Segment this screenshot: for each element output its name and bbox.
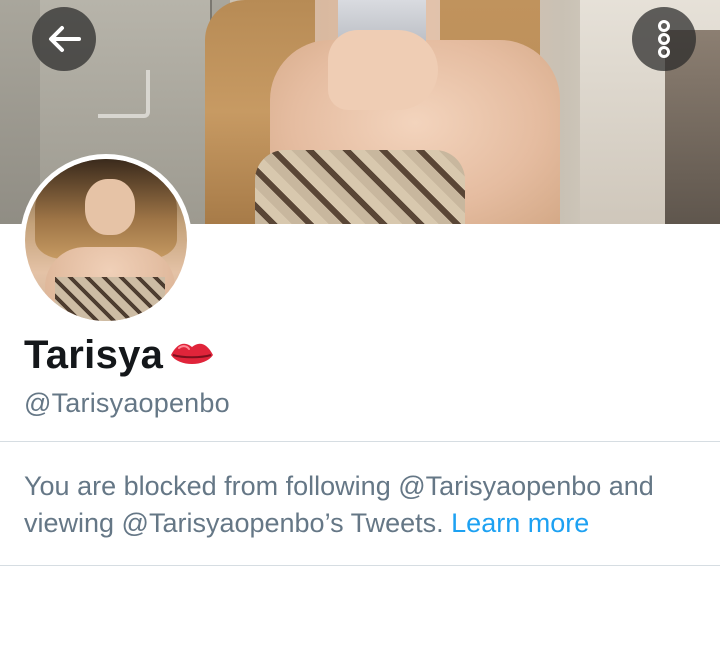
display-name: Tarisya [24,332,164,377]
avatar-image [25,159,187,321]
more-options-icon [658,20,670,58]
learn-more-link[interactable]: Learn more [451,508,589,538]
back-button[interactable] [32,7,96,71]
divider [0,441,720,442]
profile-page: Tarisya @Tarisyaopenbo You are blocked f… [0,0,720,662]
lips-icon [169,339,215,371]
profile-handle: @Tarisyaopenbo [24,388,230,418]
profile-name-row: Tarisya [24,330,215,380]
blocked-message: You are blocked from following @Tarisyao… [24,468,704,542]
back-arrow-icon [49,26,81,52]
divider [0,565,720,566]
avatar[interactable] [20,154,192,326]
more-options-button[interactable] [632,7,696,71]
